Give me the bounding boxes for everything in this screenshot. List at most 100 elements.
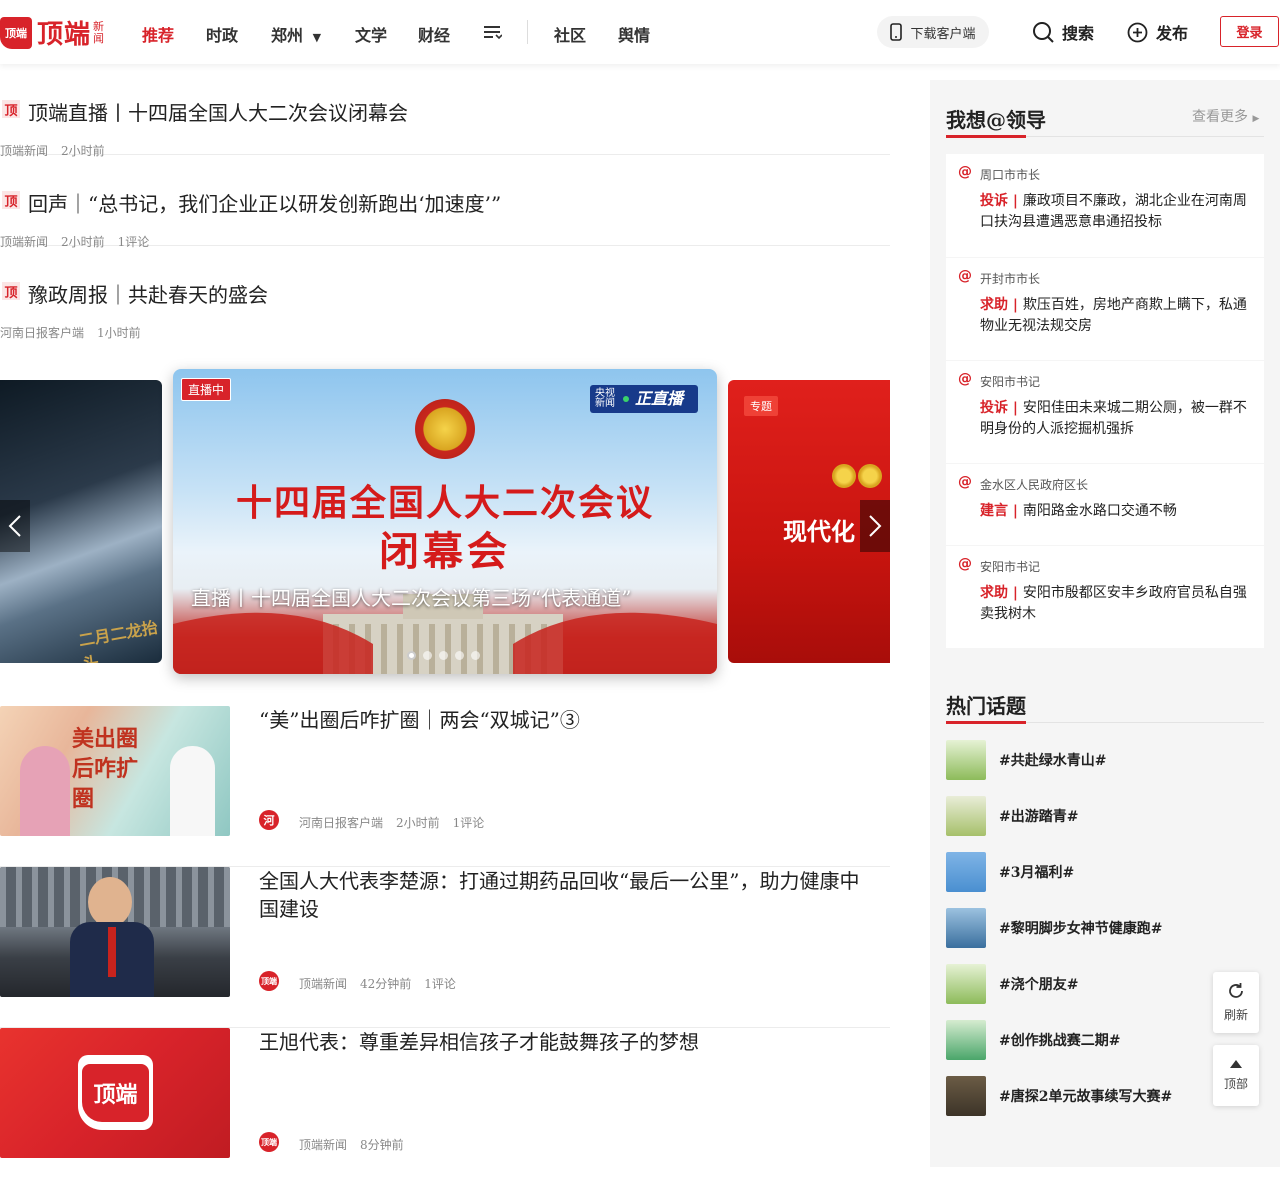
news-title[interactable]: 顶端直播丨十四届全国人大二次会议闭幕会 (28, 97, 408, 126)
back-to-top-label: 顶部 (1223, 1077, 1248, 1091)
national-emblem-icon (415, 399, 475, 459)
hot-topic-item[interactable]: #出游踏青# (946, 796, 1078, 836)
leaders-section-title: 我想@领导 (946, 108, 1046, 132)
at-icon: @ (958, 556, 972, 572)
article-title[interactable]: 全国人大代表李楚源：打通过期药品回收“最后一公里”，助力健康中国建设 (259, 867, 879, 923)
article-thumbnail[interactable]: 美出圈后咋扩圈 (0, 706, 230, 836)
article-title[interactable]: 王旭代表：尊重差异相信孩子才能鼓舞孩子的梦想 (259, 1028, 879, 1056)
hot-topics-title: 热门话题 (946, 694, 1026, 718)
nav-tab-politics[interactable]: 时政 (206, 22, 238, 46)
see-more-link[interactable]: 查看更多 ▶ (1192, 106, 1259, 126)
leader-message-card[interactable]: @ 安阳市书记 投诉 | 安阳佳田未来城二期公厕，被一群不明身份的人派挖掘机强拆 (946, 360, 1264, 463)
nav-divider (527, 20, 528, 44)
article-source: 河南日报客户端 (299, 816, 384, 830)
search-icon (1033, 22, 1054, 43)
download-app-button[interactable]: 下载客户端 (877, 16, 989, 48)
leader-message[interactable]: 求助 | 欺压百姓，房地产商欺上瞒下，私通物业无视法规交房 (980, 295, 1250, 337)
leader-title: 安阳市书记 (980, 560, 1041, 574)
hot-topic-item[interactable]: #共赴绿水青山# (946, 740, 1106, 780)
carousel-slide-active[interactable]: 直播中 央视新闻 正直播 十四届全国人大二次会议 闭幕会 直播丨十四届全国人大二… (173, 369, 717, 674)
nav-tab-community[interactable]: 社区 (554, 22, 586, 46)
carousel-dot[interactable] (471, 651, 480, 660)
leader-message-card[interactable]: @ 金水区人民政府区长 建言 | 南阳路金水路口交通不畅 (946, 463, 1264, 545)
nav-tab-literature[interactable]: 文学 (355, 22, 387, 46)
top-news-item[interactable]: 顶 顶端直播丨十四届全国人大二次会议闭幕会 顶端新闻 2小时前 (0, 64, 890, 158)
back-to-top-button[interactable]: 顶部 (1213, 1045, 1259, 1106)
leader-message-card[interactable]: @ 开封市市长 求助 | 欺压百姓，房地产商欺上瞒下，私通物业无视法规交房 (946, 257, 1264, 360)
carousel-prev-button[interactable] (0, 500, 30, 552)
topic-badge: 专题 (744, 396, 778, 416)
article-row[interactable]: 美出圈后咋扩圈 “美”出圈后咋扩圈｜两会“双城记”③ 河 河南日报客户端 2小时前… (0, 706, 890, 867)
section-underline (946, 721, 1264, 724)
plus-circle-icon (1127, 22, 1148, 42)
hot-topic-item[interactable]: #浇个朋友# (946, 964, 1078, 1004)
caret-up-icon (1230, 1060, 1242, 1068)
article-time: 2小时前 (396, 816, 440, 830)
leader-message[interactable]: 建言 | 南阳路金水路口交通不畅 (980, 501, 1250, 522)
hot-topic-item[interactable]: #3月福利# (946, 852, 1074, 892)
leader-message-card[interactable]: @ 安阳市书记 求助 | 安阳市殷都区安丰乡政府官员私自强卖我树木 (946, 545, 1264, 648)
topic-thumbnail (946, 908, 986, 948)
cctv-small-label: 央视新闻 (595, 388, 615, 409)
carousel-dot[interactable] (407, 651, 416, 660)
carousel-dots (407, 651, 487, 660)
at-icon: @ (958, 268, 972, 284)
leader-title: 金水区人民政府区长 (980, 478, 1089, 492)
message-text: 南阳路金水路口交通不畅 (1022, 503, 1177, 519)
carousel-dot[interactable] (439, 651, 448, 660)
hot-topic-item[interactable]: #黎明脚步女神节健康跑# (946, 908, 1162, 948)
topic-thumbnail (946, 740, 986, 780)
hot-topic-item[interactable]: #创作挑战赛二期# (946, 1020, 1120, 1060)
topic-thumbnail (946, 796, 986, 836)
leader-message[interactable]: 求助 | 安阳市殷都区安丰乡政府官员私自强卖我树木 (980, 583, 1250, 625)
article-row[interactable]: 全国人大代表李楚源：打通过期药品回收“最后一公里”，助力健康中国建设 顶端 顶端… (0, 867, 890, 1028)
top-news-item[interactable]: 顶 回声｜“总书记，我们企业正以研发创新跑出‘加速度’” 顶端新闻 2小时前 1评论 (0, 155, 890, 249)
person-figure (88, 877, 132, 927)
topic-name: #出游踏青# (999, 809, 1079, 825)
carousel-dot[interactable] (423, 651, 432, 660)
logo-badge: 顶端 (0, 16, 32, 49)
refresh-button[interactable]: 刷新 (1213, 972, 1259, 1033)
chevron-down-icon: ▼ (312, 31, 322, 44)
article-row[interactable]: 顶端 王旭代表：尊重差异相信孩子才能鼓舞孩子的梦想 顶端 顶端新闻 8分钟前 (0, 1028, 890, 1189)
message-tag: 求助 (980, 297, 1008, 313)
search-button[interactable]: 搜索 (1032, 20, 1094, 44)
leader-message[interactable]: 投诉 | 安阳佳田未来城二期公厕，被一群不明身份的人派挖掘机强拆 (980, 398, 1250, 440)
hot-topic-item[interactable]: #唐探2单元故事续写大赛# (946, 1076, 1172, 1116)
nav-tab-finance[interactable]: 财经 (418, 22, 450, 46)
ding-badge: 顶 (2, 191, 20, 210)
carousel-dot[interactable] (455, 651, 464, 660)
slide-next-text: 现代化 (783, 518, 855, 546)
top-news-item[interactable]: 顶 豫政周报｜共赴春天的盛会 河南日报客户端 1小时前 (0, 246, 890, 340)
publish-button[interactable]: 发布 (1127, 20, 1188, 44)
article-meta: 河南日报客户端 2小时前 1评论 (299, 814, 497, 831)
news-title[interactable]: 豫政周报｜共赴春天的盛会 (28, 279, 268, 308)
at-icon: @ (958, 164, 972, 180)
article-thumbnail[interactable]: 顶端 (0, 1028, 230, 1158)
login-button[interactable]: 登录 (1220, 16, 1279, 47)
refresh-label: 刷新 (1223, 1008, 1248, 1022)
nav-tab-opinion[interactable]: 舆情 (618, 22, 650, 46)
dingduan-logo-inner: 顶端 (82, 1063, 149, 1122)
nav-tab-zhengzhou[interactable]: 郑州 ▼ (271, 22, 321, 46)
article-comments: 1评论 (424, 977, 456, 991)
thumbnail-text: 美出圈后咋扩圈 (72, 726, 139, 812)
article-source: 顶端新闻 (299, 977, 348, 991)
slide-caption[interactable]: 直播丨十四届全国人大二次会议第三场“代表通道” (191, 583, 701, 613)
message-tag: 投诉 (980, 193, 1008, 209)
leader-title: 周口市市长 (980, 168, 1041, 182)
person-figure (170, 746, 215, 836)
article-thumbnail[interactable] (0, 867, 230, 997)
nav-tab-recommend[interactable]: 推荐 (142, 22, 174, 46)
article-title[interactable]: “美”出圈后咋扩圈｜两会“双城记”③ (259, 706, 879, 734)
news-title[interactable]: 回声｜“总书记，我们企业正以研发创新跑出‘加速度’” (28, 188, 501, 217)
logo-sub: 新闻 (93, 19, 105, 45)
more-menu-icon[interactable] (482, 22, 503, 42)
logo[interactable]: 顶端 顶端 新闻 (0, 14, 106, 51)
leader-message[interactable]: 投诉 | 廉政项目不廉政，湖北企业在河南周口扶沟县遭遇恶意串通招投标 (980, 191, 1250, 233)
news-meta: 河南日报客户端 1小时前 (0, 324, 154, 341)
leader-title: 安阳市书记 (980, 375, 1041, 389)
leader-message-card[interactable]: @ 周口市市长 投诉 | 廉政项目不廉政，湖北企业在河南周口扶沟县遭遇恶意串通招… (946, 154, 1264, 257)
carousel-next-button[interactable] (860, 500, 890, 552)
section-underline (946, 135, 1264, 138)
